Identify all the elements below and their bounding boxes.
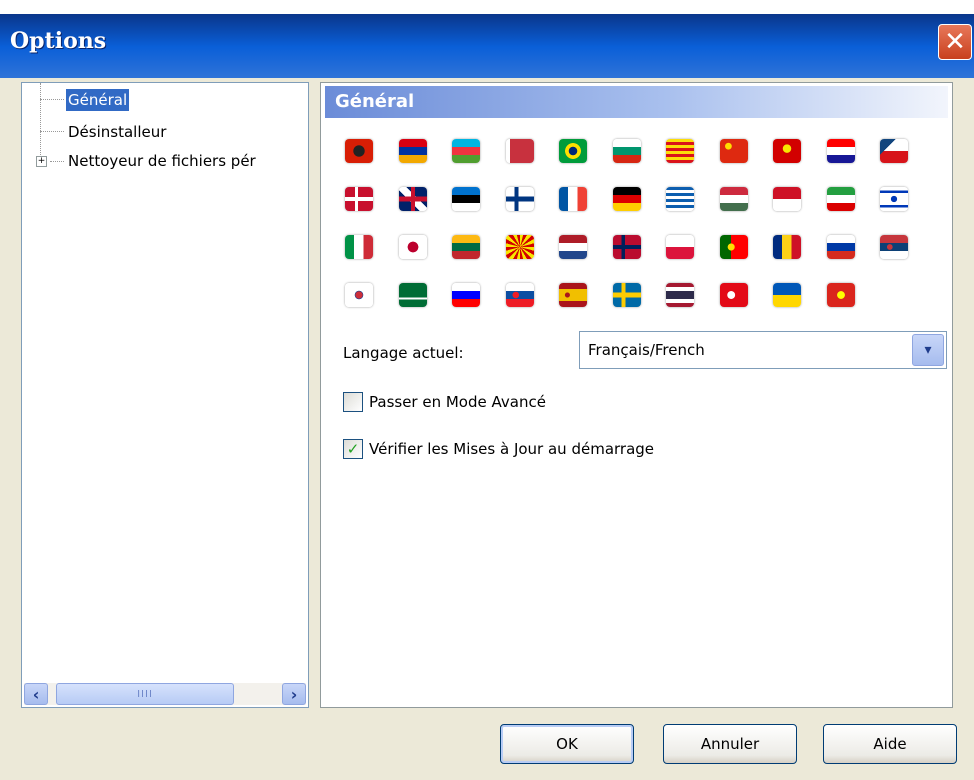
flag-azerbaijan-icon[interactable] xyxy=(452,139,480,163)
flag-greece-icon[interactable] xyxy=(666,187,694,211)
flag-turkey-icon[interactable] xyxy=(719,283,748,307)
tree-item-file-cleaner[interactable]: Nettoyeur de fichiers pér xyxy=(68,150,256,172)
flag-israel-icon[interactable] xyxy=(880,187,908,211)
title-bar-top-strip xyxy=(0,0,974,14)
language-select-value: Français/French xyxy=(588,341,705,359)
flag-brazil-icon[interactable] xyxy=(559,139,587,163)
flag-armenia-icon[interactable] xyxy=(398,139,427,163)
tree-connector xyxy=(50,161,64,162)
options-tree[interactable]: Général Désinstalleur + Nettoyeur de fic… xyxy=(21,82,309,708)
flag-portugal-icon[interactable] xyxy=(719,235,748,259)
title-bar: Options ✕ xyxy=(0,0,974,78)
flag-spain-icon[interactable] xyxy=(559,283,587,307)
flag-albania-icon[interactable] xyxy=(345,139,373,163)
cancel-button[interactable]: Annuler xyxy=(663,724,797,764)
general-panel: Général Langage actuel: Français/French … xyxy=(320,82,953,708)
ok-button[interactable]: OK xyxy=(500,724,634,764)
checkmark-icon: ✓ xyxy=(346,440,360,458)
flag-macedonia-old-icon[interactable] xyxy=(773,139,801,163)
flag-france-icon[interactable] xyxy=(559,187,587,211)
flag-catalonia-icon[interactable] xyxy=(666,139,694,163)
close-icon[interactable]: ✕ xyxy=(938,24,972,60)
flag-croatia-icon[interactable] xyxy=(826,139,855,163)
flag-czech-icon[interactable] xyxy=(880,139,908,163)
tree-item-uninstaller[interactable]: Désinstalleur xyxy=(68,121,166,143)
help-button[interactable]: Aide xyxy=(823,724,957,764)
panel-header: Général xyxy=(325,86,948,118)
language-label: Langage actuel: xyxy=(343,344,464,362)
flag-slovenia-icon[interactable] xyxy=(452,283,480,307)
flag-poland-icon[interactable] xyxy=(666,235,694,259)
tree-item-general[interactable]: Général xyxy=(66,89,130,111)
flag-sweden-icon[interactable] xyxy=(612,283,641,307)
scroll-left-icon[interactable]: ‹ xyxy=(24,683,48,705)
flag-vietnam-icon[interactable] xyxy=(826,283,855,307)
expand-plus-icon[interactable]: + xyxy=(36,156,47,167)
check-updates-checkbox[interactable]: ✓ xyxy=(343,439,363,459)
tree-connector xyxy=(40,99,64,100)
language-select[interactable]: Français/French ▾ xyxy=(579,331,947,369)
check-updates-row[interactable]: ✓ Vérifier les Mises à Jour au démarrage xyxy=(343,437,654,461)
flag-serbia-icon[interactable] xyxy=(880,235,908,259)
scroll-thumb[interactable]: IIII xyxy=(56,683,234,705)
advanced-mode-checkbox[interactable] xyxy=(343,392,363,412)
flag-iran-icon[interactable] xyxy=(826,187,855,211)
flag-ukraine-icon[interactable] xyxy=(773,283,801,307)
window-title: Options xyxy=(10,28,107,54)
flag-belarus-icon[interactable] xyxy=(505,139,534,163)
flag-south-korea-icon[interactable] xyxy=(345,283,373,307)
flag-estonia-icon[interactable] xyxy=(452,187,480,211)
flag-finland-icon[interactable] xyxy=(505,187,534,211)
flag-japan-icon[interactable] xyxy=(398,235,427,259)
flag-netherlands-icon[interactable] xyxy=(559,235,587,259)
flag-thailand-icon[interactable] xyxy=(666,283,694,307)
check-updates-label: Vérifier les Mises à Jour au démarrage xyxy=(369,440,655,458)
horizontal-scrollbar[interactable]: ‹ IIII › xyxy=(24,683,306,705)
flag-romania-icon[interactable] xyxy=(773,235,801,259)
flag-slovakia-icon[interactable] xyxy=(505,283,534,307)
chevron-down-icon[interactable]: ▾ xyxy=(912,334,944,366)
flag-saudi-arabia-icon[interactable] xyxy=(398,283,427,307)
flag-norway-icon[interactable] xyxy=(612,235,641,259)
advanced-mode-row[interactable]: Passer en Mode Avancé xyxy=(343,390,546,414)
flag-uk-icon[interactable] xyxy=(398,187,427,211)
tree-connector xyxy=(40,83,41,161)
flag-italy-icon[interactable] xyxy=(345,235,373,259)
flag-bulgaria-icon[interactable] xyxy=(612,139,641,163)
flag-macedonia-icon[interactable] xyxy=(505,235,534,259)
scroll-right-icon[interactable]: › xyxy=(282,683,306,705)
tree-connector xyxy=(40,131,64,132)
flag-denmark-icon[interactable] xyxy=(345,187,373,211)
advanced-mode-label: Passer en Mode Avancé xyxy=(369,393,546,411)
flag-indonesia-icon[interactable] xyxy=(773,187,801,211)
flag-lithuania-icon[interactable] xyxy=(452,235,480,259)
flag-hungary-icon[interactable] xyxy=(719,187,748,211)
flag-china-icon[interactable] xyxy=(719,139,748,163)
flag-germany-icon[interactable] xyxy=(612,187,641,211)
flag-russia-icon[interactable] xyxy=(826,235,855,259)
